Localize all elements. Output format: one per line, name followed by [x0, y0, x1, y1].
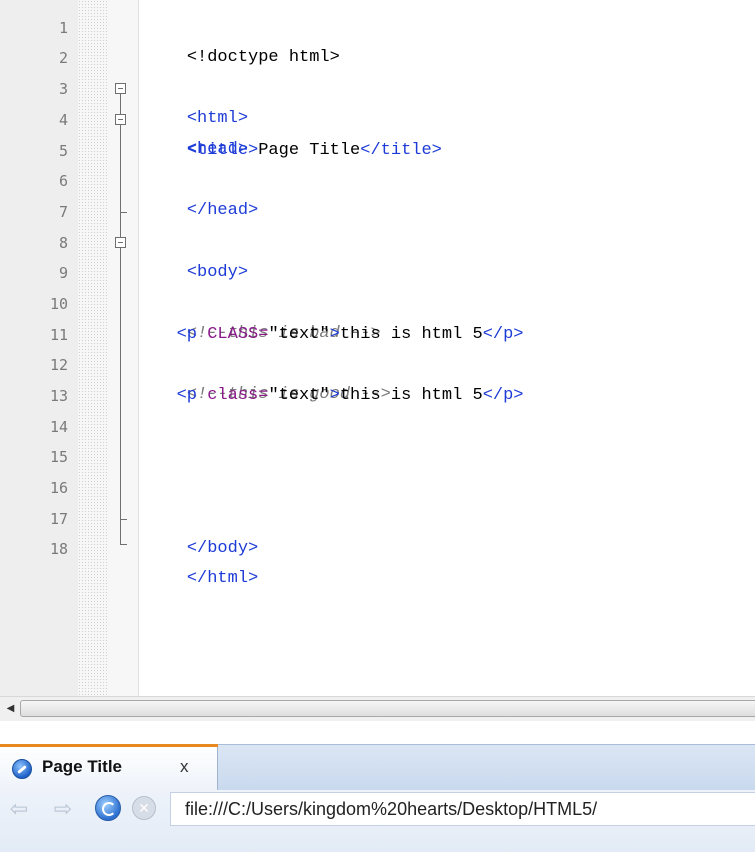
code-line-5: <title>Page Title</title> — [146, 136, 442, 166]
p-close-tag: </p> — [482, 325, 524, 344]
tab-active-indicator — [0, 744, 218, 747]
browser-tab[interactable]: Page Title x — [0, 744, 218, 791]
line-number: 15 — [49, 448, 68, 466]
line-number: 3 — [58, 80, 68, 98]
back-arrow-icon[interactable]: ⇦ — [6, 796, 32, 822]
scrollbar-thumb[interactable] — [20, 700, 755, 717]
attribute-value: "text" — [268, 325, 330, 344]
code-line-11: <p CLASS="text">this is html 5</p> — [146, 320, 524, 350]
code-line-13: <p class="text">this is html 5</p> — [146, 381, 524, 411]
tag-end: > — [329, 386, 340, 405]
paragraph-text: this is html 5 — [339, 386, 483, 405]
code-editor[interactable]: 1 2 3 4 5 6 7 8 9 10 11 12 13 14 15 16 1… — [0, 0, 755, 696]
horizontal-scrollbar[interactable]: ◀ — [0, 696, 755, 721]
reload-icon[interactable] — [95, 795, 121, 821]
code-line-6: </head> — [146, 166, 258, 220]
fold-end-marker — [120, 212, 127, 213]
line-number: 17 — [49, 510, 68, 528]
line-number: 16 — [49, 479, 68, 497]
paragraph-text: this is html 5 — [339, 325, 483, 344]
tab-title: Page Title — [42, 757, 122, 776]
fold-toggle-head[interactable] — [115, 114, 126, 125]
forward-arrow-icon[interactable]: ⇨ — [50, 796, 76, 822]
body-open-tag: <body> — [186, 263, 249, 282]
code-line-12: <!--this is good --> — [146, 350, 391, 404]
title-open-tag: <title> — [186, 141, 259, 160]
code-line-17: </html> — [146, 534, 258, 588]
browser-nav-bar: ⇦ ⇨ ✕ file:///C:/Users/kingdom%20hearts/… — [0, 790, 755, 852]
gutter-margin — [78, 0, 108, 696]
html-close-tag: </html> — [186, 569, 259, 588]
line-number-gutter: 1 2 3 4 5 6 7 8 9 10 11 12 13 14 15 16 1… — [0, 0, 78, 696]
code-line-10: <!--this is bad --> — [146, 289, 381, 343]
p-open-tag: <p — [176, 325, 198, 344]
class-attribute-upper: CLASS= — [197, 325, 269, 344]
line-number: 1 — [58, 19, 68, 37]
line-number: 7 — [58, 203, 68, 221]
stop-icon[interactable]: ✕ — [132, 796, 156, 820]
code-line-4: <head> — [146, 105, 248, 159]
doctype-declaration: <!doctype html> — [186, 48, 340, 67]
line-number: 12 — [49, 356, 68, 374]
fold-guide — [120, 125, 121, 237]
fold-margin — [108, 0, 138, 696]
line-number: 6 — [58, 172, 68, 190]
line-number: 4 — [58, 111, 68, 129]
line-number: 8 — [58, 234, 68, 252]
address-bar[interactable]: file:///C:/Users/kingdom%20hearts/Deskto… — [170, 792, 755, 826]
head-close-tag: </head> — [186, 201, 259, 220]
fold-guide — [120, 94, 121, 114]
browser-globe-icon — [12, 759, 32, 779]
line-number: 10 — [49, 295, 68, 313]
code-line-16: </body> — [146, 504, 258, 558]
fold-guide — [120, 248, 121, 544]
code-line-8: <body> — [146, 228, 248, 282]
fold-toggle-html[interactable] — [115, 83, 126, 94]
fold-toggle-body[interactable] — [115, 237, 126, 248]
scroll-left-arrow-icon[interactable]: ◀ — [2, 700, 19, 718]
line-number: 9 — [58, 264, 68, 282]
browser-tab-bar: Page Title x — [0, 744, 755, 791]
address-text[interactable]: file:///C:/Users/kingdom%20hearts/Deskto… — [185, 799, 597, 820]
line-number: 14 — [49, 418, 68, 436]
line-number: 2 — [58, 49, 68, 67]
gutter-divider — [138, 0, 139, 696]
code-line-1: <!doctype html> — [146, 13, 340, 67]
tab-close-icon[interactable]: x — [180, 757, 189, 777]
line-number: 5 — [58, 142, 68, 160]
fold-end-marker — [120, 544, 127, 545]
attribute-value: "text" — [268, 386, 330, 405]
tag-end: > — [329, 325, 340, 344]
p-open-tag: <p — [176, 386, 198, 405]
title-close-tag: </title> — [360, 141, 442, 160]
line-number: 18 — [49, 540, 68, 558]
p-close-tag: </p> — [482, 386, 524, 405]
line-number: 13 — [49, 387, 68, 405]
fold-end-marker — [120, 519, 127, 520]
title-text: Page Title — [258, 141, 361, 160]
code-line-3: <html> — [146, 74, 248, 128]
class-attribute-lower: class= — [197, 386, 269, 405]
line-number: 11 — [49, 326, 68, 344]
